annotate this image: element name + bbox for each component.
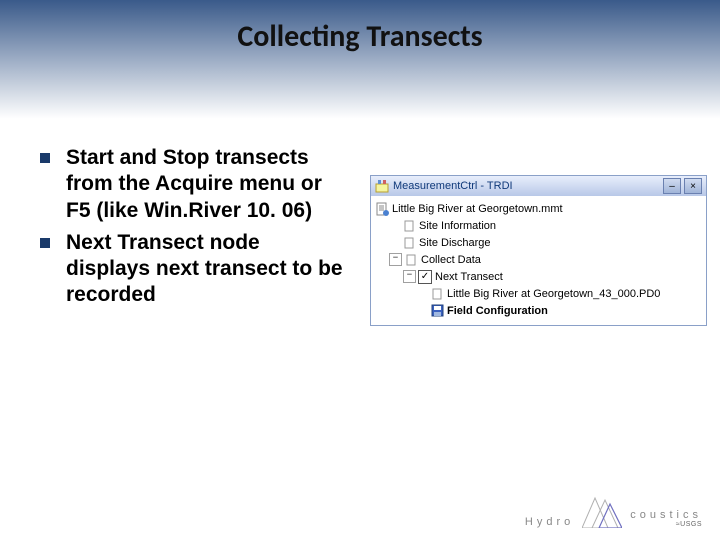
tree-node-collect-data[interactable]: − Collect Data [375, 251, 702, 268]
document-icon [375, 202, 389, 216]
tree-label: Collect Data [421, 254, 481, 266]
bullet-item: Start and Stop transects from the Acquir… [40, 145, 345, 224]
tree-label: Site Information [419, 220, 496, 232]
brand-right-block: coustics ≈USGS [630, 509, 702, 528]
measurement-ctrl-window: MeasurementCtrl - TRDI – × Little Big Ri… [370, 175, 707, 326]
close-button[interactable]: × [684, 178, 702, 194]
app-icon [375, 179, 389, 193]
spacer [389, 220, 400, 231]
tree-node-site-discharge[interactable]: Site Discharge [375, 234, 702, 251]
bullet-square-icon [40, 238, 50, 248]
page-icon [430, 287, 444, 301]
slide: Collecting Transects Start and Stop tran… [0, 0, 720, 540]
wave-logo-icon [582, 494, 622, 528]
page-icon [404, 253, 418, 267]
collapse-toggle[interactable]: − [403, 270, 416, 283]
bullet-text: Start and Stop transects from the Acquir… [66, 145, 345, 224]
tree-node-transect-file[interactable]: Little Big River at Georgetown_43_000.PD… [375, 285, 702, 302]
body-text: Start and Stop transects from the Acquir… [40, 145, 345, 315]
bullet-square-icon [40, 153, 50, 163]
checkbox-checked-icon[interactable]: ✓ [418, 270, 432, 284]
tree-node-field-config[interactable]: Field Configuration [375, 302, 702, 319]
spacer [417, 305, 428, 316]
tree-node-site-info[interactable]: Site Information [375, 217, 702, 234]
tree-view: Little Big River at Georgetown.mmt Site … [371, 196, 706, 325]
tree-root[interactable]: Little Big River at Georgetown.mmt [375, 200, 702, 217]
footer: Hydro coustics ≈USGS [525, 494, 702, 528]
slide-title: Collecting Transects [0, 18, 720, 55]
tree-label: Field Configuration [447, 305, 548, 317]
brand-text-left: Hydro [525, 516, 574, 528]
titlebar[interactable]: MeasurementCtrl - TRDI – × [371, 176, 706, 196]
window-title: MeasurementCtrl - TRDI [393, 180, 513, 192]
collapse-toggle[interactable]: − [389, 253, 402, 266]
tree-node-next-transect[interactable]: − ✓ Next Transect [375, 268, 702, 285]
page-icon [402, 236, 416, 250]
window-controls: – × [663, 178, 702, 194]
tree-label: Little Big River at Georgetown_43_000.PD… [447, 288, 660, 300]
spacer [417, 288, 428, 299]
usgs-label: ≈USGS [676, 521, 702, 528]
save-icon [430, 304, 444, 318]
bullet-item: Next Transect node displays next transec… [40, 230, 345, 309]
tree-label: Little Big River at Georgetown.mmt [392, 203, 563, 215]
tree-label: Site Discharge [419, 237, 491, 249]
tree-label: Next Transect [435, 271, 503, 283]
page-icon [402, 219, 416, 233]
minimize-button[interactable]: – [663, 178, 681, 194]
brand-text-right: coustics [630, 509, 702, 521]
spacer [389, 237, 400, 248]
bullet-text: Next Transect node displays next transec… [66, 230, 345, 309]
